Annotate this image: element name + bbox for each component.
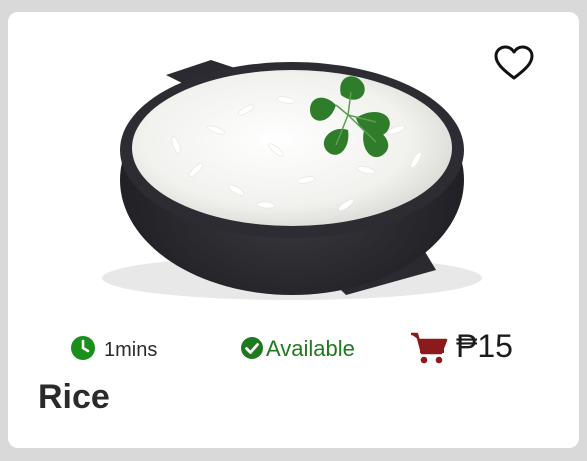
price-block: ₱15 [410,328,513,368]
food-card: 1mins Available ₱15 Rice [8,12,579,448]
prep-time-text: 1mins [104,338,158,361]
price-text: ₱15 [456,327,513,364]
prep-time: 1mins [70,328,157,368]
food-title: Rice [38,378,110,416]
check-circle-icon [241,337,263,359]
heart-outline-icon [494,45,534,80]
shopping-cart-icon[interactable] [410,331,448,365]
meta-row: 1mins Available ₱15 [8,328,579,368]
food-image [36,30,549,320]
availability-status: Available [240,328,355,368]
clock-icon [71,336,95,360]
favorite-button[interactable] [494,45,534,81]
availability-text: Available [266,336,355,361]
